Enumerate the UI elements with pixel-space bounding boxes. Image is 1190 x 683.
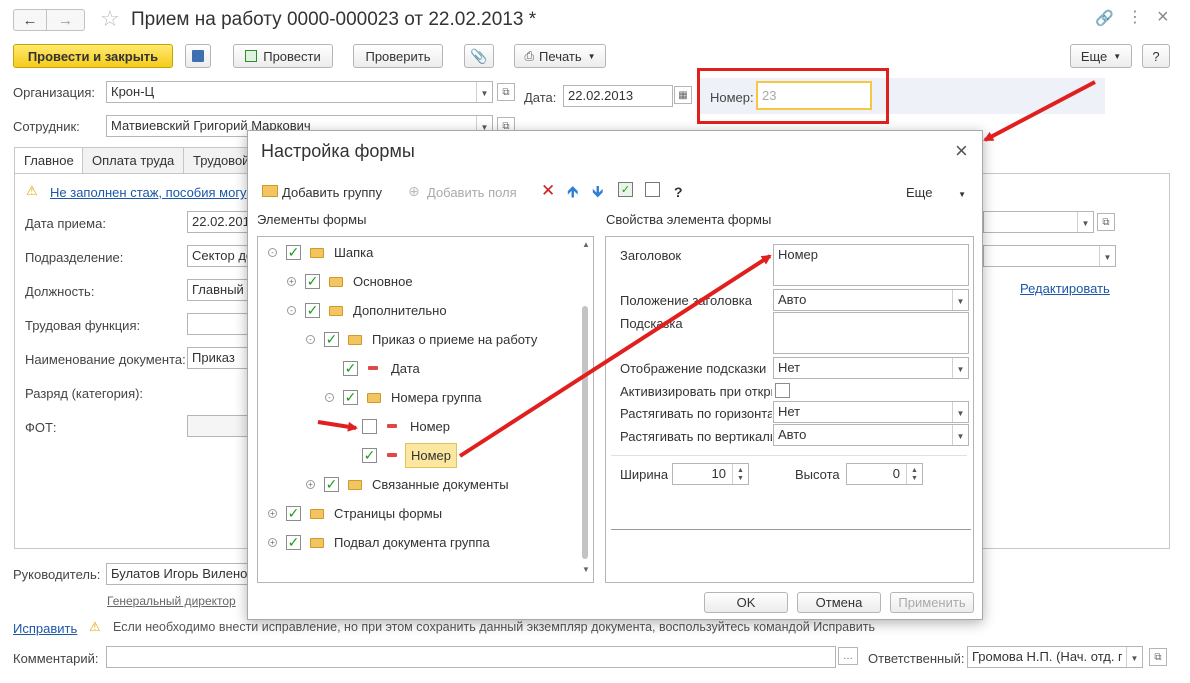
annotation-arrows: [317, 80, 1096, 458]
arrow-to-old-number: [317, 420, 358, 432]
arrow-to-caption-field: [458, 254, 772, 458]
arrow-to-number-field: [983, 80, 1096, 142]
